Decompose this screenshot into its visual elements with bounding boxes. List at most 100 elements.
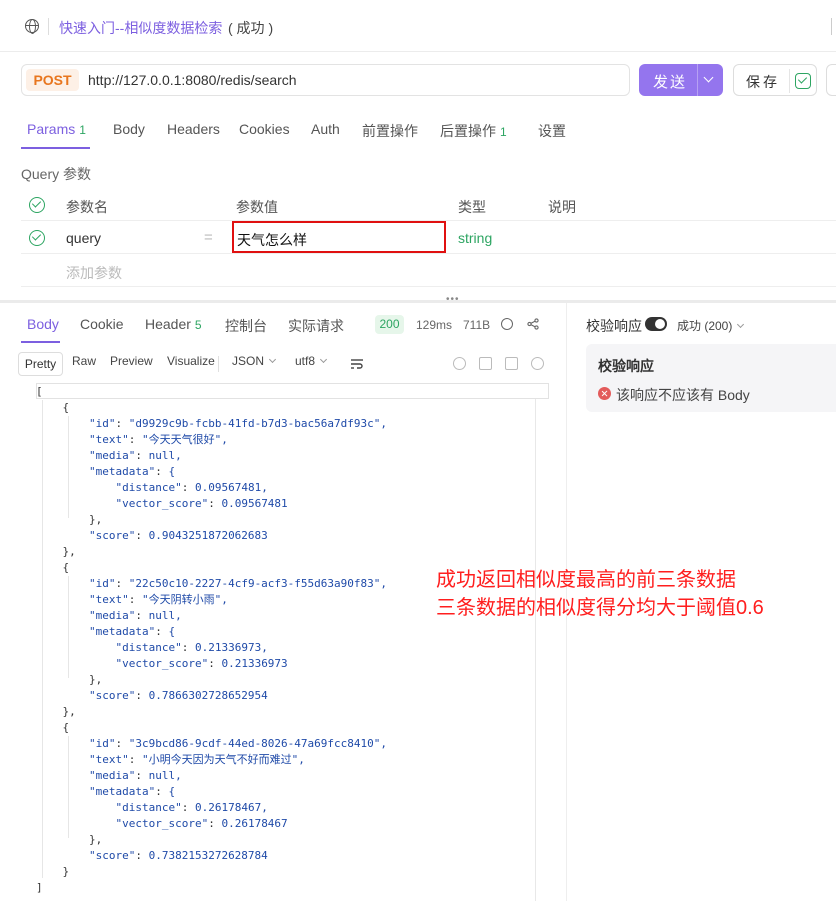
divider: [697, 64, 698, 96]
json-value: {: [168, 785, 176, 798]
tab-settings[interactable]: 设置: [538, 121, 566, 141]
send-button[interactable]: 发送: [639, 64, 723, 96]
row-checkbox[interactable]: [29, 230, 45, 246]
share-icon[interactable]: [527, 318, 539, 330]
format-select[interactable]: JSON: [232, 354, 277, 376]
json-value: null,: [148, 449, 182, 462]
active-tab-indicator: [21, 147, 90, 149]
tab-auth[interactable]: Auth: [311, 121, 340, 137]
tab-params[interactable]: Params 1: [27, 121, 86, 137]
param-type[interactable]: string: [458, 230, 492, 246]
json-value: "22c50c10-2227-4cf9-acf3-f55d63a90f83",: [128, 577, 388, 590]
encoding-select[interactable]: utf8: [295, 354, 328, 376]
highlight-box: [232, 221, 446, 253]
search-icon[interactable]: [531, 357, 544, 370]
tab-actual-request[interactable]: 实际请求: [288, 316, 344, 336]
json-line: "text": "今天天气很好",: [88, 433, 228, 446]
validation-card-title: 校验响应: [598, 358, 654, 374]
json-response-view[interactable]: [ { "id": "d9929c9b-fcbb-41fd-b7d3-bac56…: [36, 384, 548, 901]
annotation-text: 三条数据的相似度得分均大于阈值0.6: [436, 597, 764, 619]
wrap-lines-icon[interactable]: [350, 358, 364, 370]
json-value: 0.21336973,: [194, 641, 268, 654]
select-all-checkbox[interactable]: [29, 197, 45, 213]
globe-icon: [25, 19, 39, 34]
json-key: "text": [88, 433, 129, 446]
save-button[interactable]: 保存: [733, 64, 817, 96]
json-key: "score": [88, 529, 136, 542]
json-line: "media": null,: [88, 449, 182, 462]
divider: [831, 18, 832, 35]
json-bracket: },: [88, 513, 103, 526]
json-line: {: [36, 400, 548, 416]
json-key: "metadata": [88, 465, 156, 478]
more-button[interactable]: [826, 64, 836, 96]
validate-status-select[interactable]: 成功 (200): [677, 317, 745, 334]
json-value: 0.7866302728652954: [148, 689, 268, 702]
json-line: ]: [36, 880, 548, 896]
json-line: "id": "3c9bcd86-9cdf-44ed-8026-47a69fcc8…: [88, 737, 388, 750]
view-preview-button[interactable]: Preview: [110, 354, 153, 376]
view-raw-button[interactable]: Raw: [72, 354, 96, 376]
json-bracket: {: [62, 401, 70, 414]
upload-icon[interactable]: [453, 357, 466, 370]
panel-divider[interactable]: [0, 300, 836, 303]
view-visualize-button[interactable]: Visualize: [167, 354, 215, 376]
json-value: "今天阴转小雨",: [141, 593, 228, 606]
url-bar[interactable]: POST http://127.0.0.1:8080/redis/search: [21, 64, 630, 96]
add-param-input[interactable]: 添加参数: [66, 263, 122, 283]
param-name[interactable]: query: [66, 230, 101, 246]
tab-response-header[interactable]: Header 5: [145, 316, 202, 332]
validate-response-label: 校验响应: [586, 318, 642, 334]
tab-post-operations[interactable]: 后置操作 1: [440, 121, 507, 141]
check-square-icon[interactable]: [795, 73, 811, 89]
json-line: "media": null,: [88, 769, 182, 782]
drag-handle-icon[interactable]: •••: [446, 294, 460, 305]
request-title[interactable]: 快速入门--相似度数据检索: [59, 18, 222, 38]
tab-cookies[interactable]: Cookies: [239, 121, 290, 137]
json-line: "vector_score": 0.09567481: [115, 497, 288, 510]
validate-toggle[interactable]: [645, 317, 667, 331]
tab-response-body[interactable]: Body: [27, 316, 59, 332]
tab-response-cookie[interactable]: Cookie: [80, 316, 124, 332]
tab-console[interactable]: 控制台: [225, 316, 267, 336]
download-icon[interactable]: [479, 357, 492, 370]
json-bracket: },: [62, 545, 76, 558]
json-key: "score": [88, 689, 136, 702]
table-row: [21, 255, 836, 287]
json-line: },: [36, 672, 548, 688]
json-value: 0.9043251872062683: [148, 529, 268, 542]
url-input[interactable]: http://127.0.0.1:8080/redis/search: [88, 72, 297, 88]
column-header-value: 参数值: [236, 199, 278, 215]
json-line: "score": 0.7866302728652954: [88, 689, 268, 702]
tab-pre-operations[interactable]: 前置操作: [362, 121, 418, 141]
tab-headers[interactable]: Headers: [167, 121, 220, 137]
column-header-type: 类型: [458, 199, 486, 215]
json-line: },: [36, 704, 548, 720]
chevron-down-icon: [319, 355, 328, 364]
json-bracket: ]: [36, 881, 43, 894]
tab-body[interactable]: Body: [113, 121, 145, 137]
validation-error-message: 该响应不应该有 Body: [616, 387, 750, 403]
json-value: "d9929c9b-fcbb-41fd-b7d3-bac56a7df93c",: [128, 417, 388, 430]
json-value: 0.09567481,: [194, 481, 268, 494]
json-value: 0.7382153272628784: [148, 849, 268, 862]
annotation-text: 成功返回相似度最高的前三条数据: [436, 569, 736, 591]
view-pretty-button[interactable]: Pretty: [18, 352, 63, 376]
copy-icon[interactable]: [505, 357, 518, 370]
json-line: "distance": 0.21336973,: [115, 641, 268, 654]
json-key: "text": [88, 753, 129, 766]
json-key: "media": [88, 609, 136, 622]
column-header-name: 参数名: [66, 199, 108, 215]
json-value: "今天天气很好",: [141, 433, 228, 446]
json-value: 0.26178467,: [194, 801, 268, 814]
tab-label: Params: [27, 121, 76, 137]
tab-count-badge: 1: [500, 125, 507, 139]
chevron-down-icon[interactable]: [703, 72, 714, 83]
json-bracket: },: [62, 705, 76, 718]
response-size: 711B: [463, 318, 491, 332]
method-select[interactable]: POST: [26, 69, 79, 91]
globe-icon[interactable]: [501, 318, 513, 330]
json-line: "text": "小明今天因为天气不好而难过",: [88, 753, 305, 766]
json-bracket: }: [62, 865, 70, 878]
title-bar: 快速入门--相似度数据检索 ( 成功 ): [0, 0, 836, 52]
